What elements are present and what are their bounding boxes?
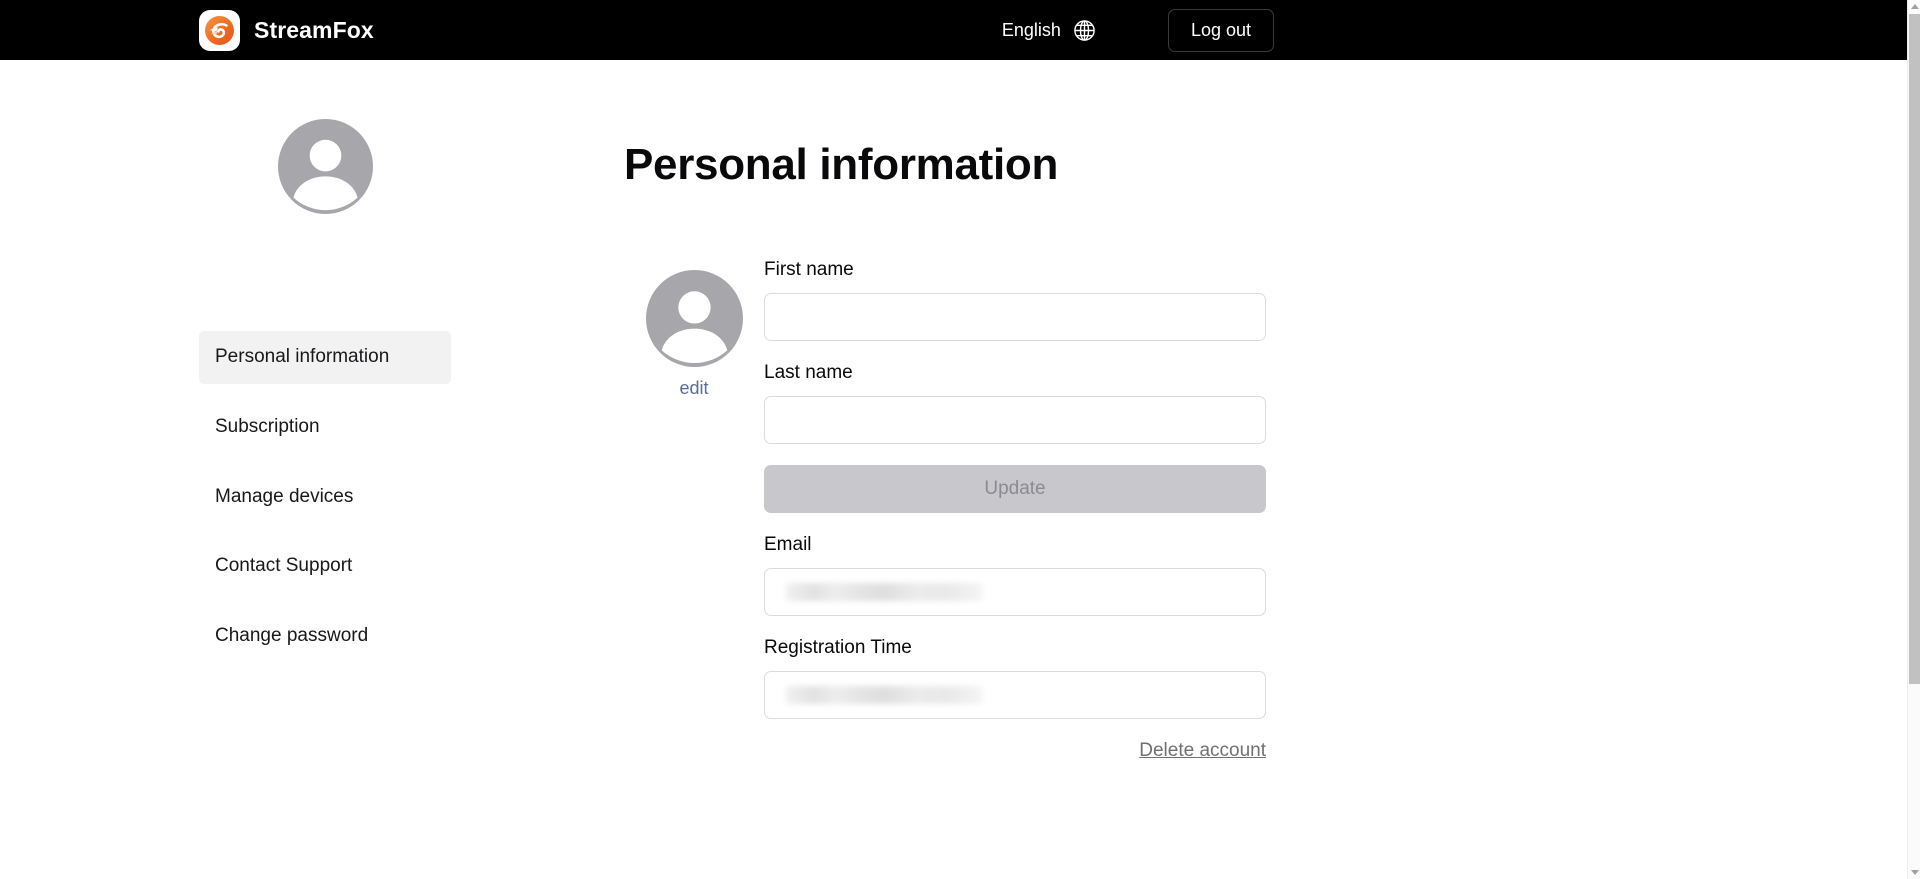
- globe-icon: [1073, 19, 1096, 42]
- email-group: Email: [764, 534, 1266, 616]
- page-content: Personal information Subscription Manage…: [0, 60, 1907, 879]
- language-switcher[interactable]: English: [1002, 19, 1096, 42]
- profile-avatar-column: edit: [624, 259, 764, 400]
- sidebar-item-manage-devices[interactable]: Manage devices: [199, 471, 451, 524]
- sidebar-nav: Personal information Subscription Manage…: [199, 331, 451, 680]
- scrollbar-thumb[interactable]: [1909, 14, 1920, 684]
- sidebar-item-contact-support[interactable]: Contact Support: [199, 540, 451, 593]
- streamfox-logo-icon: [199, 9, 240, 51]
- first-name-input[interactable]: [764, 293, 1266, 342]
- redacted-value: [786, 582, 982, 601]
- vertical-scrollbar[interactable]: [1907, 0, 1920, 879]
- edit-avatar-link[interactable]: edit: [679, 378, 708, 400]
- page-title: Personal information: [624, 140, 1059, 189]
- form-fields: First name Last name Update Email Regist…: [764, 259, 1266, 762]
- first-name-group: First name: [764, 259, 1266, 342]
- sidebar: Personal information Subscription Manage…: [199, 60, 451, 680]
- user-avatar-icon: [645, 270, 743, 368]
- registration-time-label: Registration Time: [764, 636, 912, 658]
- brand[interactable]: StreamFox: [199, 0, 374, 60]
- sidebar-item-change-password[interactable]: Change password: [199, 610, 451, 663]
- user-avatar-icon: [277, 119, 373, 214]
- last-name-input[interactable]: [764, 395, 1266, 444]
- delete-account-row: Delete account: [764, 740, 1266, 763]
- sidebar-avatar-container: [199, 60, 451, 214]
- logout-button[interactable]: Log out: [1167, 8, 1274, 52]
- first-name-label: First name: [764, 259, 854, 281]
- update-button[interactable]: Update: [764, 464, 1266, 513]
- chevron-up-icon[interactable]: [1908, 0, 1920, 13]
- page-root: StreamFox English Log out Personal infor…: [0, 0, 1920, 879]
- delete-account-link[interactable]: Delete account: [1139, 740, 1266, 763]
- sidebar-item-personal-information[interactable]: Personal information: [199, 331, 451, 384]
- personal-information-form: edit First name Last name Update Email R…: [624, 259, 1524, 762]
- main-panel: Personal information edit First name Las…: [624, 60, 1524, 762]
- email-label: Email: [764, 533, 812, 555]
- chevron-down-icon[interactable]: [1908, 866, 1920, 879]
- registration-time-group: Registration Time: [764, 637, 1266, 719]
- brand-name: StreamFox: [254, 16, 374, 43]
- language-label: English: [1001, 19, 1061, 40]
- header-actions: English Log out: [1002, 0, 1920, 60]
- last-name-label: Last name: [764, 362, 853, 384]
- last-name-group: Last name: [764, 362, 1266, 444]
- registration-time-field[interactable]: [764, 670, 1266, 719]
- app-header: StreamFox English Log out: [0, 0, 1920, 60]
- redacted-value: [786, 685, 982, 704]
- email-field[interactable]: [764, 567, 1266, 616]
- sidebar-item-subscription[interactable]: Subscription: [199, 401, 451, 454]
